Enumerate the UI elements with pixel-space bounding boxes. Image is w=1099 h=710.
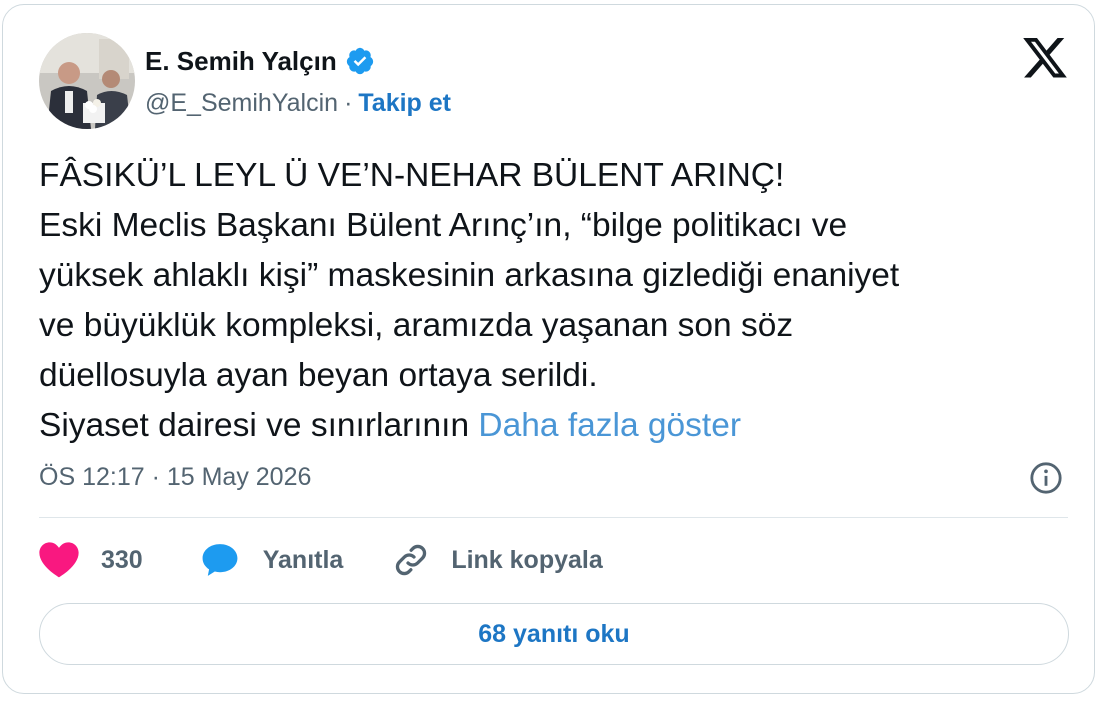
tweet-card: E. Semih Yalçın @E_SemihYalcin · Takip e…	[2, 4, 1095, 694]
speech-bubble-icon	[202, 544, 238, 576]
tweet-line: Siyaset dairesi ve sınırlarının	[39, 407, 470, 444]
x-logo-icon[interactable]	[1023, 38, 1067, 78]
info-icon[interactable]	[1029, 461, 1063, 495]
copy-link-label: Link kopyala	[451, 545, 603, 574]
avatar[interactable]	[39, 33, 135, 129]
reply-button[interactable]: Yanıtla	[201, 541, 344, 579]
tweet-line: yüksek ahlaklı kişi” maskesinin arkasına…	[39, 257, 900, 294]
tweet-line: Eski Meclis Başkanı Bülent Arınç’ın, “bi…	[39, 207, 848, 244]
verified-badge-icon	[346, 47, 373, 75]
action-bar: 330 Yanıtla Link kopyala	[39, 537, 603, 583]
heart-icon	[39, 542, 79, 578]
tweet-line: düellosuyla ayan beyan ortaya serildi.	[39, 357, 598, 394]
tweet-text: FÂSIKÜ’L LEYL Ü VE’N-NEHAR BÜLENT ARINÇ!…	[39, 151, 1079, 451]
author-handle[interactable]: @E_SemihYalcin	[145, 89, 338, 118]
separator: ·	[344, 88, 353, 117]
tweet-last-line: Siyaset dairesi ve sınırlarının Daha faz…	[39, 401, 1079, 451]
tweet-line: ve büyüklük kompleksi, aramızda yaşanan …	[39, 307, 794, 344]
follow-button[interactable]: Takip et	[358, 89, 451, 118]
link-icon	[396, 544, 427, 576]
divider	[39, 517, 1068, 518]
author-name[interactable]: E. Semih Yalçın	[145, 46, 337, 77]
handle-row: @E_SemihYalcin · Takip et	[145, 85, 451, 121]
avatar-photo	[39, 33, 135, 129]
tweet-line: FÂSIKÜ’L LEYL Ü VE’N-NEHAR BÜLENT ARINÇ!	[39, 157, 785, 194]
timestamp[interactable]: ÖS 12:17 · 15 May 2026	[39, 459, 311, 495]
like-count: 330	[101, 545, 143, 574]
show-more-link[interactable]: Daha fazla göster	[478, 407, 741, 444]
read-replies-button[interactable]: 68 yanıtı oku	[39, 603, 1069, 665]
author-name-row: E. Semih Yalçın	[145, 41, 375, 81]
reply-label: Yanıtla	[262, 545, 344, 574]
like-button[interactable]: 330	[39, 542, 143, 578]
copy-link-button[interactable]: Link kopyala	[393, 542, 603, 578]
